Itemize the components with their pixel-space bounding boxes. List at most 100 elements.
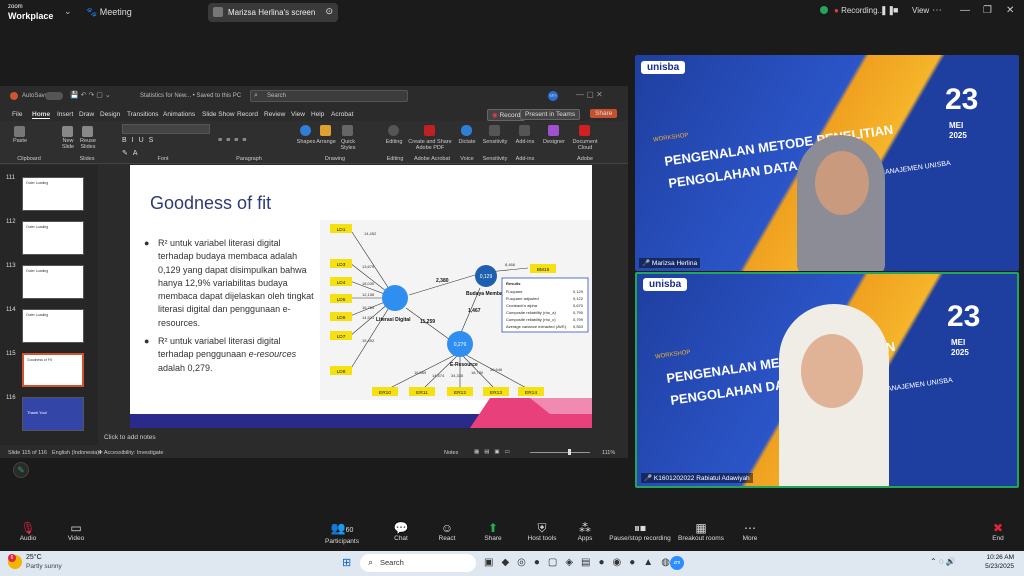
addins-icon[interactable] [519,125,530,136]
tab-animations[interactable]: Animations [163,111,195,118]
addins-button[interactable]: Add-ins [513,139,537,145]
font-family-select[interactable] [122,124,210,134]
view-menu[interactable]: View [912,6,929,15]
quick-access-icons[interactable]: 💾 ↶ ↷ ▢ ⌄ [70,91,111,99]
pause-stop-recording-button[interactable]: ⏸⏹ Pause/stop recording [608,521,672,542]
share-screen-button[interactable]: ⬆ Share [476,521,510,542]
video-button[interactable]: ▭ Video [58,521,94,542]
reuse-slides-icon[interactable] [82,126,93,137]
paste-icon[interactable] [14,126,25,137]
annotate-icon[interactable]: ✎ [13,462,29,478]
more-button[interactable]: ⋯ More [736,521,764,542]
tab-transitions[interactable]: Transitions [127,111,159,118]
zoom-slider-thumb[interactable] [568,449,571,455]
thumb-number: 111 [6,175,16,181]
slide-thumbnail-112[interactable]: Outer Loading [22,221,84,255]
font-format-icons[interactable]: BIUS [122,137,158,144]
tab-help[interactable]: Help [311,111,324,118]
dictate-button[interactable]: Dictate [455,139,479,145]
user-avatar[interactable]: MH [548,91,558,101]
tab-record[interactable]: Record [237,111,258,118]
shapes-icon[interactable] [300,125,311,136]
notes-button[interactable]: Notes [444,450,458,456]
end-button[interactable]: ✖ End [986,521,1010,542]
font-color-icons[interactable]: ✎A [122,149,143,157]
share-button[interactable]: Share [590,109,618,118]
search-box[interactable]: Search [250,90,408,102]
adobe-pdf-icon[interactable] [424,125,435,136]
arrange-icon[interactable] [320,125,331,136]
zoom-level[interactable]: 111% [602,450,615,456]
chat-button[interactable]: 💬 Chat [384,521,418,542]
tab-insert[interactable]: Insert [57,111,73,118]
designer-button[interactable]: Designer [541,139,567,145]
tab-review[interactable]: Review [264,111,285,118]
paste-button[interactable]: Paste [8,138,32,144]
tab-design[interactable]: Design [100,111,120,118]
participant-face-2 [801,334,863,408]
system-tray-icons[interactable]: ⌃ ◌ 🔊 [930,557,956,566]
taskbar-app-icons[interactable]: ▣◆◎●▢◈▤●◉●▲◍ [484,557,678,568]
video-tile-1[interactable]: unisba WORKSHOP PENGENALAN METODE PENELI… [635,55,1019,271]
minimize-icon[interactable]: — [960,5,970,16]
start-icon[interactable]: ⊞ [342,556,351,569]
window-controls-icon[interactable]: — ▢ ✕ [576,90,603,99]
host-tools-button[interactable]: ⛨ Host tools [522,521,562,542]
document-cloud-icon[interactable] [579,125,590,136]
notes-placeholder[interactable]: Click to add notes [104,434,156,441]
document-cloud-button[interactable]: Document Cloud [569,139,601,151]
meeting-tab[interactable]: 🐾 Meeting [86,7,132,18]
tab-slide-show[interactable]: Slide Show [202,111,235,118]
quick-styles-icon[interactable] [342,125,353,136]
quick-styles-button[interactable]: Quick Styles [336,139,360,151]
apps-button[interactable]: ⁂ Apps [570,521,600,542]
chevron-down-icon[interactable]: ⌄ [64,6,72,17]
view-mode-icons[interactable]: ▦▤▣▭ [474,449,515,455]
tab-acrobat[interactable]: Acrobat [331,111,353,118]
reuse-slides-button[interactable]: Reuse Slides [76,138,100,150]
accessibility-status[interactable]: ✚ Accessibility: Investigate [98,450,163,456]
taskbar-search[interactable]: Search [360,554,476,572]
video-tile-2[interactable]: unisba WORKSHOP PENGENALAN METODE PENELI… [635,272,1019,488]
microphone-icon[interactable] [461,125,472,136]
participants-button[interactable]: 👥60 Participants [320,521,364,545]
recording-status: ● Recording... [834,6,885,15]
slide-thumbnail-111[interactable]: Outer Loading [22,177,84,211]
tab-draw[interactable]: Draw [79,111,94,118]
tab-home[interactable]: Home [32,111,51,119]
slide-thumbnail-114[interactable]: Outer Loading [22,309,84,343]
present-in-teams-button[interactable]: Present in Teams [520,109,581,120]
restore-icon[interactable]: ❐ [983,5,992,16]
more-dots-icon[interactable]: ⋯ [932,5,942,16]
slide-canvas[interactable]: Goodness of fit ● R² untuk variabel liter… [130,165,592,428]
editing-icon[interactable] [388,125,399,136]
editing-button[interactable]: Editing [382,139,406,145]
sensitivity-icon[interactable] [489,125,500,136]
language-status[interactable]: English (Indonesia) [52,450,99,456]
share-screen-pill[interactable]: Marizsa Herlina's screen ⊙ [208,3,338,22]
zoom-slider[interactable] [530,452,590,453]
paragraph-icons[interactable]: ≡≡≡≡ [218,137,250,144]
create-pdf-button[interactable]: Create and Share Adobe PDF [405,139,455,151]
sensitivity-button[interactable]: Sensitivity [481,139,509,145]
zoom-taskbar-icon[interactable]: zm [670,556,684,570]
tab-file[interactable]: File [12,111,22,118]
arrange-button[interactable]: Arrange [314,139,338,145]
slide-thumbnail-113[interactable]: Outer Loading [22,265,84,299]
weather-desc[interactable]: Partly sunny [26,563,62,570]
stop-icon[interactable]: ■ [893,5,898,15]
tab-view[interactable]: View [291,111,305,118]
clock-date[interactable]: 5/23/2025 [982,563,1014,570]
more-icon[interactable]: ⊙ [325,6,333,17]
clock-time[interactable]: 10:26 AM [982,554,1014,561]
close-icon[interactable]: ✕ [1006,5,1014,16]
slide-thumbnail-116[interactable]: Thank You! [22,397,84,431]
slide-thumbnail-115[interactable]: Goodness of Fit [22,353,84,387]
designer-icon[interactable] [548,125,559,136]
new-slide-icon[interactable] [62,126,73,137]
breakout-rooms-button[interactable]: ▦ Breakout rooms [676,521,726,542]
react-button[interactable]: ☺ React [430,521,464,542]
weather-temp[interactable]: 25°C [26,554,42,561]
autosave-toggle[interactable] [45,92,63,100]
audio-button[interactable]: 🎙 Audio [10,521,46,542]
